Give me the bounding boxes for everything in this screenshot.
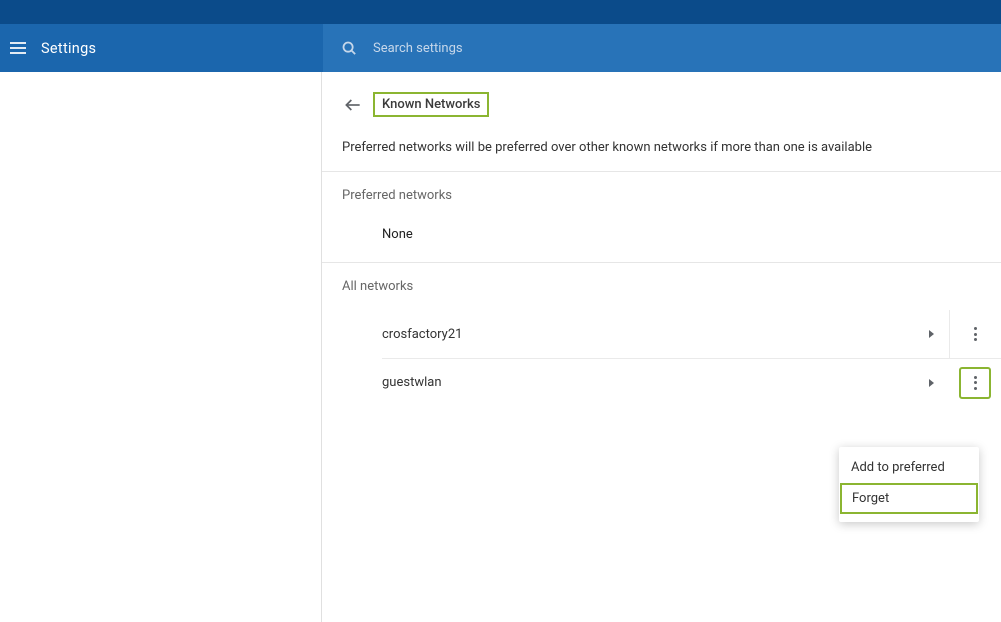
sidebar [0, 72, 322, 622]
network-name: crosfactory21 [382, 327, 913, 342]
all-networks-section-header: All networks [322, 263, 1001, 300]
chevron-right-icon [913, 330, 949, 338]
page-header-row: Known Networks [322, 72, 1001, 135]
header-left: Settings [0, 24, 323, 72]
network-context-menu: Add to preferred Forget [839, 447, 979, 522]
chevron-right-icon [913, 379, 949, 387]
network-menu-cell [949, 310, 1001, 358]
app-title: Settings [41, 40, 96, 57]
network-row[interactable]: guestwlan [382, 358, 1001, 406]
content-pane: Known Networks Preferred networks will b… [322, 72, 1001, 622]
search-bar[interactable] [323, 24, 1001, 72]
page-title-highlight: Known Networks [373, 92, 489, 117]
page-title: Known Networks [382, 97, 480, 112]
body: Known Networks Preferred networks will b… [0, 72, 1001, 622]
preferred-section-header: Preferred networks [322, 172, 1001, 209]
all-networks-list: crosfactory21 guestwlan [322, 300, 1001, 406]
search-icon [339, 38, 359, 58]
network-row[interactable]: crosfactory21 [322, 310, 1001, 358]
network-more-button[interactable] [960, 318, 992, 350]
window-top-strip [0, 0, 1001, 24]
preferred-none-value: None [322, 209, 1001, 262]
app-header: Settings [0, 24, 1001, 72]
network-name: guestwlan [382, 375, 913, 390]
search-input[interactable] [373, 41, 1001, 56]
network-more-button[interactable] [959, 367, 991, 399]
menu-item-add-preferred[interactable]: Add to preferred [839, 452, 979, 483]
page-description: Preferred networks will be preferred ove… [322, 135, 1001, 171]
menu-item-forget[interactable]: Forget [840, 483, 978, 514]
network-menu-cell [949, 359, 1001, 407]
menu-icon[interactable] [8, 38, 28, 58]
more-vert-icon [974, 376, 977, 390]
back-arrow-icon[interactable] [341, 93, 365, 117]
more-vert-icon [974, 327, 977, 341]
